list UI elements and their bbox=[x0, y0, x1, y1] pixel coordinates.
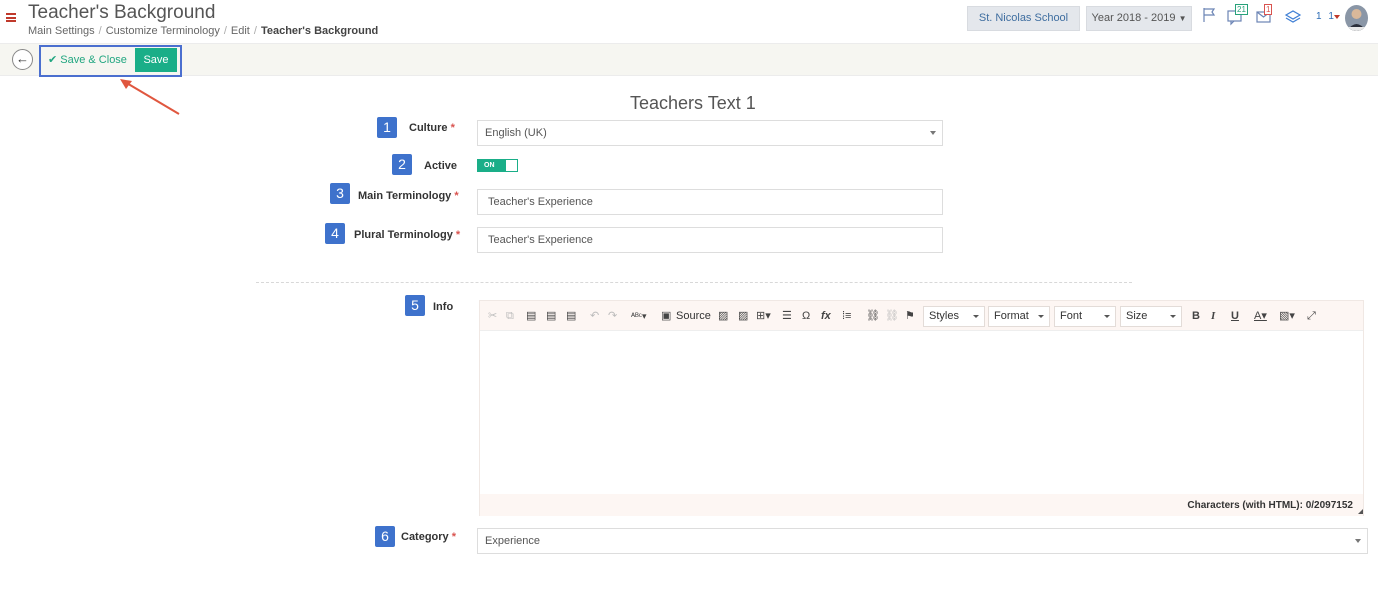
main-terminology-input[interactable]: Teacher's Experience bbox=[477, 189, 943, 215]
iframe-icon[interactable]: ⁞≡ bbox=[842, 310, 851, 322]
bg-color-icon[interactable]: ▧▾ bbox=[1279, 310, 1295, 322]
horizontal-line-icon[interactable]: ☰ bbox=[782, 310, 792, 322]
category-value: Experience bbox=[485, 535, 541, 547]
paste-word-icon[interactable]: ▤ bbox=[566, 310, 576, 322]
step-badge-1: 1 bbox=[377, 117, 397, 138]
notifications-icon[interactable]: 21 bbox=[1226, 4, 1248, 26]
breadcrumb-current: Teacher's Background bbox=[260, 25, 379, 37]
editor-footer: Characters (with HTML): 0/2097152 bbox=[480, 494, 1363, 516]
anchor-flag-icon[interactable]: ⚑ bbox=[905, 310, 915, 322]
chevron-down-icon bbox=[930, 131, 936, 135]
arrow-left-icon: ← bbox=[16, 51, 29, 66]
highlight-box bbox=[39, 45, 182, 77]
category-select[interactable]: Experience bbox=[477, 528, 1368, 554]
copy-icon[interactable]: ⧉ bbox=[506, 310, 514, 322]
info-label: Info bbox=[433, 301, 454, 313]
layers-icon[interactable] bbox=[1284, 6, 1302, 26]
active-label: Active bbox=[424, 160, 458, 172]
user-label[interactable]: 1 1 bbox=[1316, 11, 1336, 22]
active-toggle[interactable]: ON bbox=[477, 159, 518, 172]
action-toolbar: ← ✔ Save & Close Save bbox=[0, 43, 1378, 77]
paste-icon[interactable]: ▤ bbox=[526, 310, 536, 322]
resize-handle-icon[interactable] bbox=[1358, 509, 1363, 514]
breadcrumb-main-settings[interactable]: Main Settings bbox=[28, 25, 95, 37]
source-button[interactable]: Source bbox=[676, 310, 711, 322]
text-color-icon[interactable]: A▾ bbox=[1254, 310, 1267, 322]
styles-combo[interactable]: Styles bbox=[923, 306, 985, 327]
category-label: Category * bbox=[401, 531, 457, 543]
editor-toolbar: ✂ ⧉ ▤ ▤ ▤ ↶ ↷ ᴬᴮᶜ▾ ▣ Source ▨ ▨ ⊞▾ ☰ Ω f… bbox=[480, 301, 1363, 331]
page-title: Teacher's Background bbox=[28, 2, 216, 23]
user-caret-icon[interactable] bbox=[1334, 15, 1340, 19]
back-button[interactable]: ← bbox=[12, 49, 33, 70]
special-char-icon[interactable]: Ω bbox=[802, 310, 810, 322]
editor-content-area[interactable] bbox=[480, 332, 1363, 494]
notifications-badge: 21 bbox=[1235, 4, 1248, 15]
bold-icon[interactable]: B bbox=[1192, 310, 1200, 322]
step-badge-4: 4 bbox=[325, 223, 345, 244]
page-header: Teacher's Background Main Settings / Custo… bbox=[0, 0, 1378, 43]
avatar[interactable] bbox=[1345, 5, 1368, 31]
table-icon[interactable]: ⊞▾ bbox=[756, 310, 771, 322]
spellcheck-icon[interactable]: ᴬᴮᶜ▾ bbox=[631, 310, 647, 322]
source-icon[interactable]: ▣ bbox=[661, 310, 671, 322]
undo-icon[interactable]: ↶ bbox=[590, 310, 599, 322]
breadcrumb: Main Settings / Customize Terminology / Edit… bbox=[28, 25, 379, 37]
step-badge-6: 6 bbox=[375, 526, 395, 547]
breadcrumb-customize-terminology[interactable]: Customize Terminology bbox=[106, 25, 220, 37]
chevron-down-icon: ▼ bbox=[1178, 14, 1187, 23]
unlink-icon[interactable]: ⛓ bbox=[885, 310, 899, 322]
size-combo[interactable]: Size bbox=[1120, 306, 1182, 327]
image2-icon[interactable]: ▨ bbox=[738, 310, 748, 322]
annotation-arrow bbox=[120, 79, 180, 115]
form-title: Teachers Text 1 bbox=[630, 93, 756, 113]
step-badge-5: 5 bbox=[405, 295, 425, 316]
messages-icon[interactable]: 1 bbox=[1255, 4, 1273, 26]
section-divider bbox=[256, 282, 1132, 283]
breadcrumb-edit[interactable]: Edit bbox=[231, 25, 250, 37]
year-label: Year 2018 - 2019 bbox=[1091, 12, 1176, 24]
plural-terminology-input[interactable]: Teacher's Experience bbox=[477, 227, 943, 253]
cut-icon[interactable]: ✂ bbox=[488, 310, 497, 322]
formula-icon[interactable]: fx bbox=[821, 310, 831, 322]
underline-icon[interactable]: U bbox=[1231, 310, 1239, 322]
messages-badge: 1 bbox=[1264, 4, 1273, 15]
font-combo[interactable]: Font bbox=[1054, 306, 1116, 327]
culture-select[interactable]: English (UK) bbox=[477, 120, 943, 146]
maximize-icon[interactable]: ⤢ bbox=[1307, 310, 1316, 322]
chevron-down-icon bbox=[1355, 539, 1361, 543]
main-terminology-label: Main Terminology * bbox=[358, 190, 459, 202]
redo-icon[interactable]: ↷ bbox=[608, 310, 617, 322]
school-selector-button[interactable]: St. Nicolas School bbox=[967, 6, 1080, 31]
image-icon[interactable]: ▨ bbox=[718, 310, 728, 322]
link-icon[interactable]: ⛓ bbox=[866, 310, 880, 322]
step-badge-3: 3 bbox=[330, 183, 350, 204]
flag-icon[interactable] bbox=[1201, 6, 1219, 26]
culture-label: Culture * bbox=[409, 122, 455, 134]
italic-icon[interactable]: I bbox=[1211, 310, 1215, 322]
format-combo[interactable]: Format bbox=[988, 306, 1050, 327]
year-selector-button[interactable]: Year 2018 - 2019 ▼ bbox=[1086, 6, 1192, 31]
step-badge-2: 2 bbox=[392, 154, 412, 175]
char-count: Characters (with HTML): 0/2097152 bbox=[1187, 500, 1353, 511]
menu-icon[interactable] bbox=[6, 13, 16, 22]
toggle-on-text: ON bbox=[478, 160, 506, 171]
rich-text-editor: ✂ ⧉ ▤ ▤ ▤ ↶ ↷ ᴬᴮᶜ▾ ▣ Source ▨ ▨ ⊞▾ ☰ Ω f… bbox=[479, 300, 1364, 516]
paste-text-icon[interactable]: ▤ bbox=[546, 310, 556, 322]
culture-value: English (UK) bbox=[485, 127, 547, 139]
plural-terminology-label: Plural Terminology * bbox=[354, 229, 461, 241]
